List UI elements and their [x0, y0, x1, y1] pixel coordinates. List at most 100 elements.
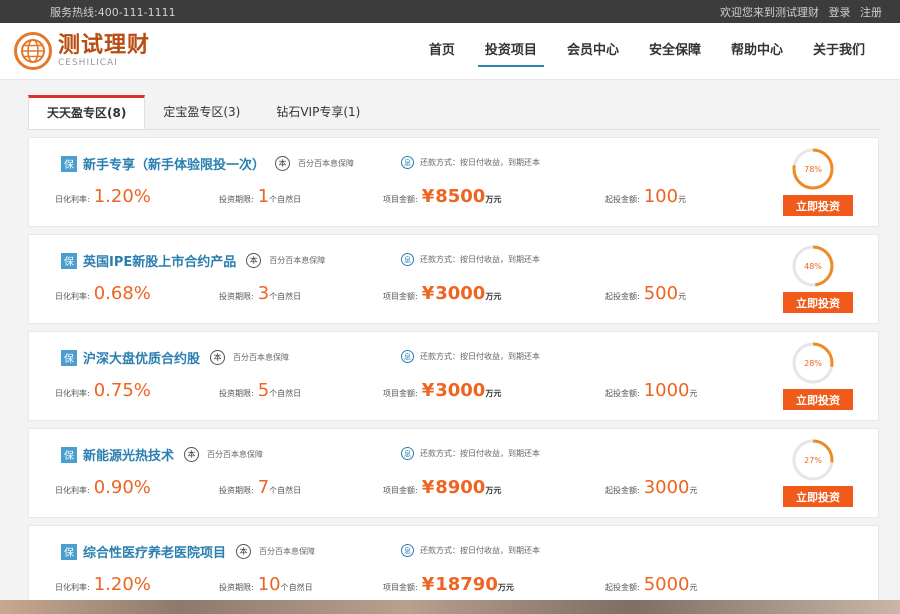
term-unit: 个自然日 [269, 195, 302, 204]
invest-now-button[interactable]: 立即投资 [783, 486, 853, 507]
product-list: 保 新手专享（新手体验限投一次） 本 百分百本息保障 息还款方式：按日付收益，到… [28, 137, 879, 614]
repay-icon: 息 [401, 544, 414, 557]
product-name[interactable]: 英国IPE新股上市合约产品 [83, 251, 236, 270]
daily-rate: 1.20% [93, 186, 151, 207]
repay-icon: 息 [401, 156, 414, 169]
progress-percent: 27% [804, 455, 822, 465]
yen-sign: ¥ [421, 574, 435, 595]
product-name[interactable]: 综合性医疗养老医院项目 [83, 542, 226, 561]
min-label: 起投金额: [605, 583, 640, 592]
amount-unit: 万元 [485, 195, 502, 204]
nav-home[interactable]: 首页 [414, 33, 470, 69]
tab-diamond-vip[interactable]: 钻石VIP专享(1) [258, 95, 379, 129]
project-amount: 18790 [435, 574, 498, 595]
amount-label: 项目金额: [383, 195, 418, 204]
term-days: 5 [257, 380, 270, 401]
logo[interactable]: 测试理财 CESHILICAI [14, 32, 150, 70]
guarantee-text: 百分百本息保障 [259, 547, 316, 556]
register-link[interactable]: 注册 [860, 6, 882, 19]
amount-unit: 万元 [485, 486, 502, 495]
min-label: 起投金额: [605, 389, 640, 398]
product-card: 保 新能源光热技术 本 百分百本息保障 息还款方式：按日付收益，到期还本 日化利… [28, 428, 879, 518]
main-nav: 首页 投资项目 会员中心 安全保障 帮助中心 关于我们 [414, 33, 880, 69]
min-investment: 3000 [643, 477, 690, 498]
progress-ring: 48% [790, 243, 836, 289]
daily-rate: 0.68% [93, 283, 151, 304]
term-days: 3 [257, 283, 270, 304]
product-card: 保 新手专享（新手体验限投一次） 本 百分百本息保障 息还款方式：按日付收益，到… [28, 137, 879, 227]
amount-label: 项目金额: [383, 583, 418, 592]
repay-icon: 息 [401, 253, 414, 266]
min-investment: 5000 [643, 574, 690, 595]
tab-dingbaoying[interactable]: 定宝盈专区(3) [145, 95, 259, 129]
globe-icon [14, 32, 52, 70]
repay-icon: 息 [401, 350, 414, 363]
min-investment: 1000 [643, 380, 690, 401]
zone-tabs: 天天盈专区(8) 定宝盈专区(3) 钻石VIP专享(1) [28, 95, 879, 130]
project-amount: 8500 [435, 186, 486, 207]
repay-method: 还款方式：按日付收益，到期还本 [420, 352, 540, 361]
amount-label: 项目金额: [383, 389, 418, 398]
tab-tiantianying[interactable]: 天天盈专区(8) [28, 95, 146, 129]
product-name[interactable]: 新手专享（新手体验限投一次） [83, 154, 265, 173]
nav-security[interactable]: 安全保障 [634, 33, 716, 69]
progress-percent: 48% [804, 261, 822, 271]
amount-unit: 万元 [485, 389, 502, 398]
guarantee-badge-icon: 保 [61, 155, 77, 172]
progress-ring: 27% [790, 437, 836, 483]
min-investment: 100 [643, 186, 679, 207]
guarantee-badge-icon: 保 [61, 349, 77, 366]
login-link[interactable]: 登录 [829, 6, 851, 19]
hotline: 服务热线:400-111-1111 [50, 5, 176, 19]
amount-label: 项目金额: [383, 292, 418, 301]
min-unit: 元 [689, 486, 698, 495]
top-bar: 服务热线:400-111-1111 欢迎您来到测试理财 登录 注册 [0, 0, 900, 23]
rate-label: 日化利率: [55, 292, 90, 301]
project-amount: 3000 [435, 380, 486, 401]
principal-icon: 本 [236, 544, 252, 559]
min-unit: 元 [678, 195, 687, 204]
guarantee-text: 百分百本息保障 [233, 353, 290, 362]
repay-method: 还款方式：按日付收益，到期还本 [420, 255, 540, 264]
min-unit: 元 [678, 292, 687, 301]
min-label: 起投金额: [605, 486, 640, 495]
product-name[interactable]: 新能源光热技术 [83, 445, 174, 464]
progress-percent: 28% [804, 358, 822, 368]
term-label: 投资期限: [219, 486, 254, 495]
rate-label: 日化利率: [55, 486, 90, 495]
yen-sign: ¥ [421, 477, 435, 498]
term-days: 10 [257, 574, 281, 595]
invest-now-button[interactable]: 立即投资 [783, 389, 853, 410]
term-unit: 个自然日 [280, 583, 313, 592]
term-days: 7 [257, 477, 270, 498]
progress-percent: 78% [804, 164, 822, 174]
min-label: 起投金额: [605, 195, 640, 204]
rate-label: 日化利率: [55, 195, 90, 204]
term-unit: 个自然日 [269, 486, 302, 495]
header: 测试理财 CESHILICAI 首页 投资项目 会员中心 安全保障 帮助中心 关… [0, 23, 900, 80]
guarantee-text: 百分百本息保障 [298, 159, 355, 168]
term-label: 投资期限: [219, 583, 254, 592]
term-label: 投资期限: [219, 389, 254, 398]
product-name[interactable]: 沪深大盘优质合约股 [83, 348, 200, 367]
yen-sign: ¥ [421, 283, 435, 304]
term-label: 投资期限: [219, 195, 254, 204]
daily-rate: 1.20% [93, 574, 151, 595]
nav-member-center[interactable]: 会员中心 [552, 33, 634, 69]
nav-about-us[interactable]: 关于我们 [798, 33, 880, 69]
invest-now-button[interactable]: 立即投资 [783, 292, 853, 313]
invest-now-button[interactable]: 立即投资 [783, 195, 853, 216]
term-days: 1 [257, 186, 270, 207]
term-label: 投资期限: [219, 292, 254, 301]
principal-icon: 本 [210, 350, 226, 365]
project-amount: 3000 [435, 283, 486, 304]
guarantee-badge-icon: 保 [61, 252, 77, 269]
repay-method: 还款方式：按日付收益，到期还本 [420, 546, 540, 555]
guarantee-text: 百分百本息保障 [269, 256, 326, 265]
min-label: 起投金额: [605, 292, 640, 301]
yen-sign: ¥ [421, 380, 435, 401]
nav-invest-projects[interactable]: 投资项目 [470, 33, 552, 69]
nav-help-center[interactable]: 帮助中心 [716, 33, 798, 69]
repay-icon: 息 [401, 447, 414, 460]
guarantee-badge-icon: 保 [61, 446, 77, 463]
